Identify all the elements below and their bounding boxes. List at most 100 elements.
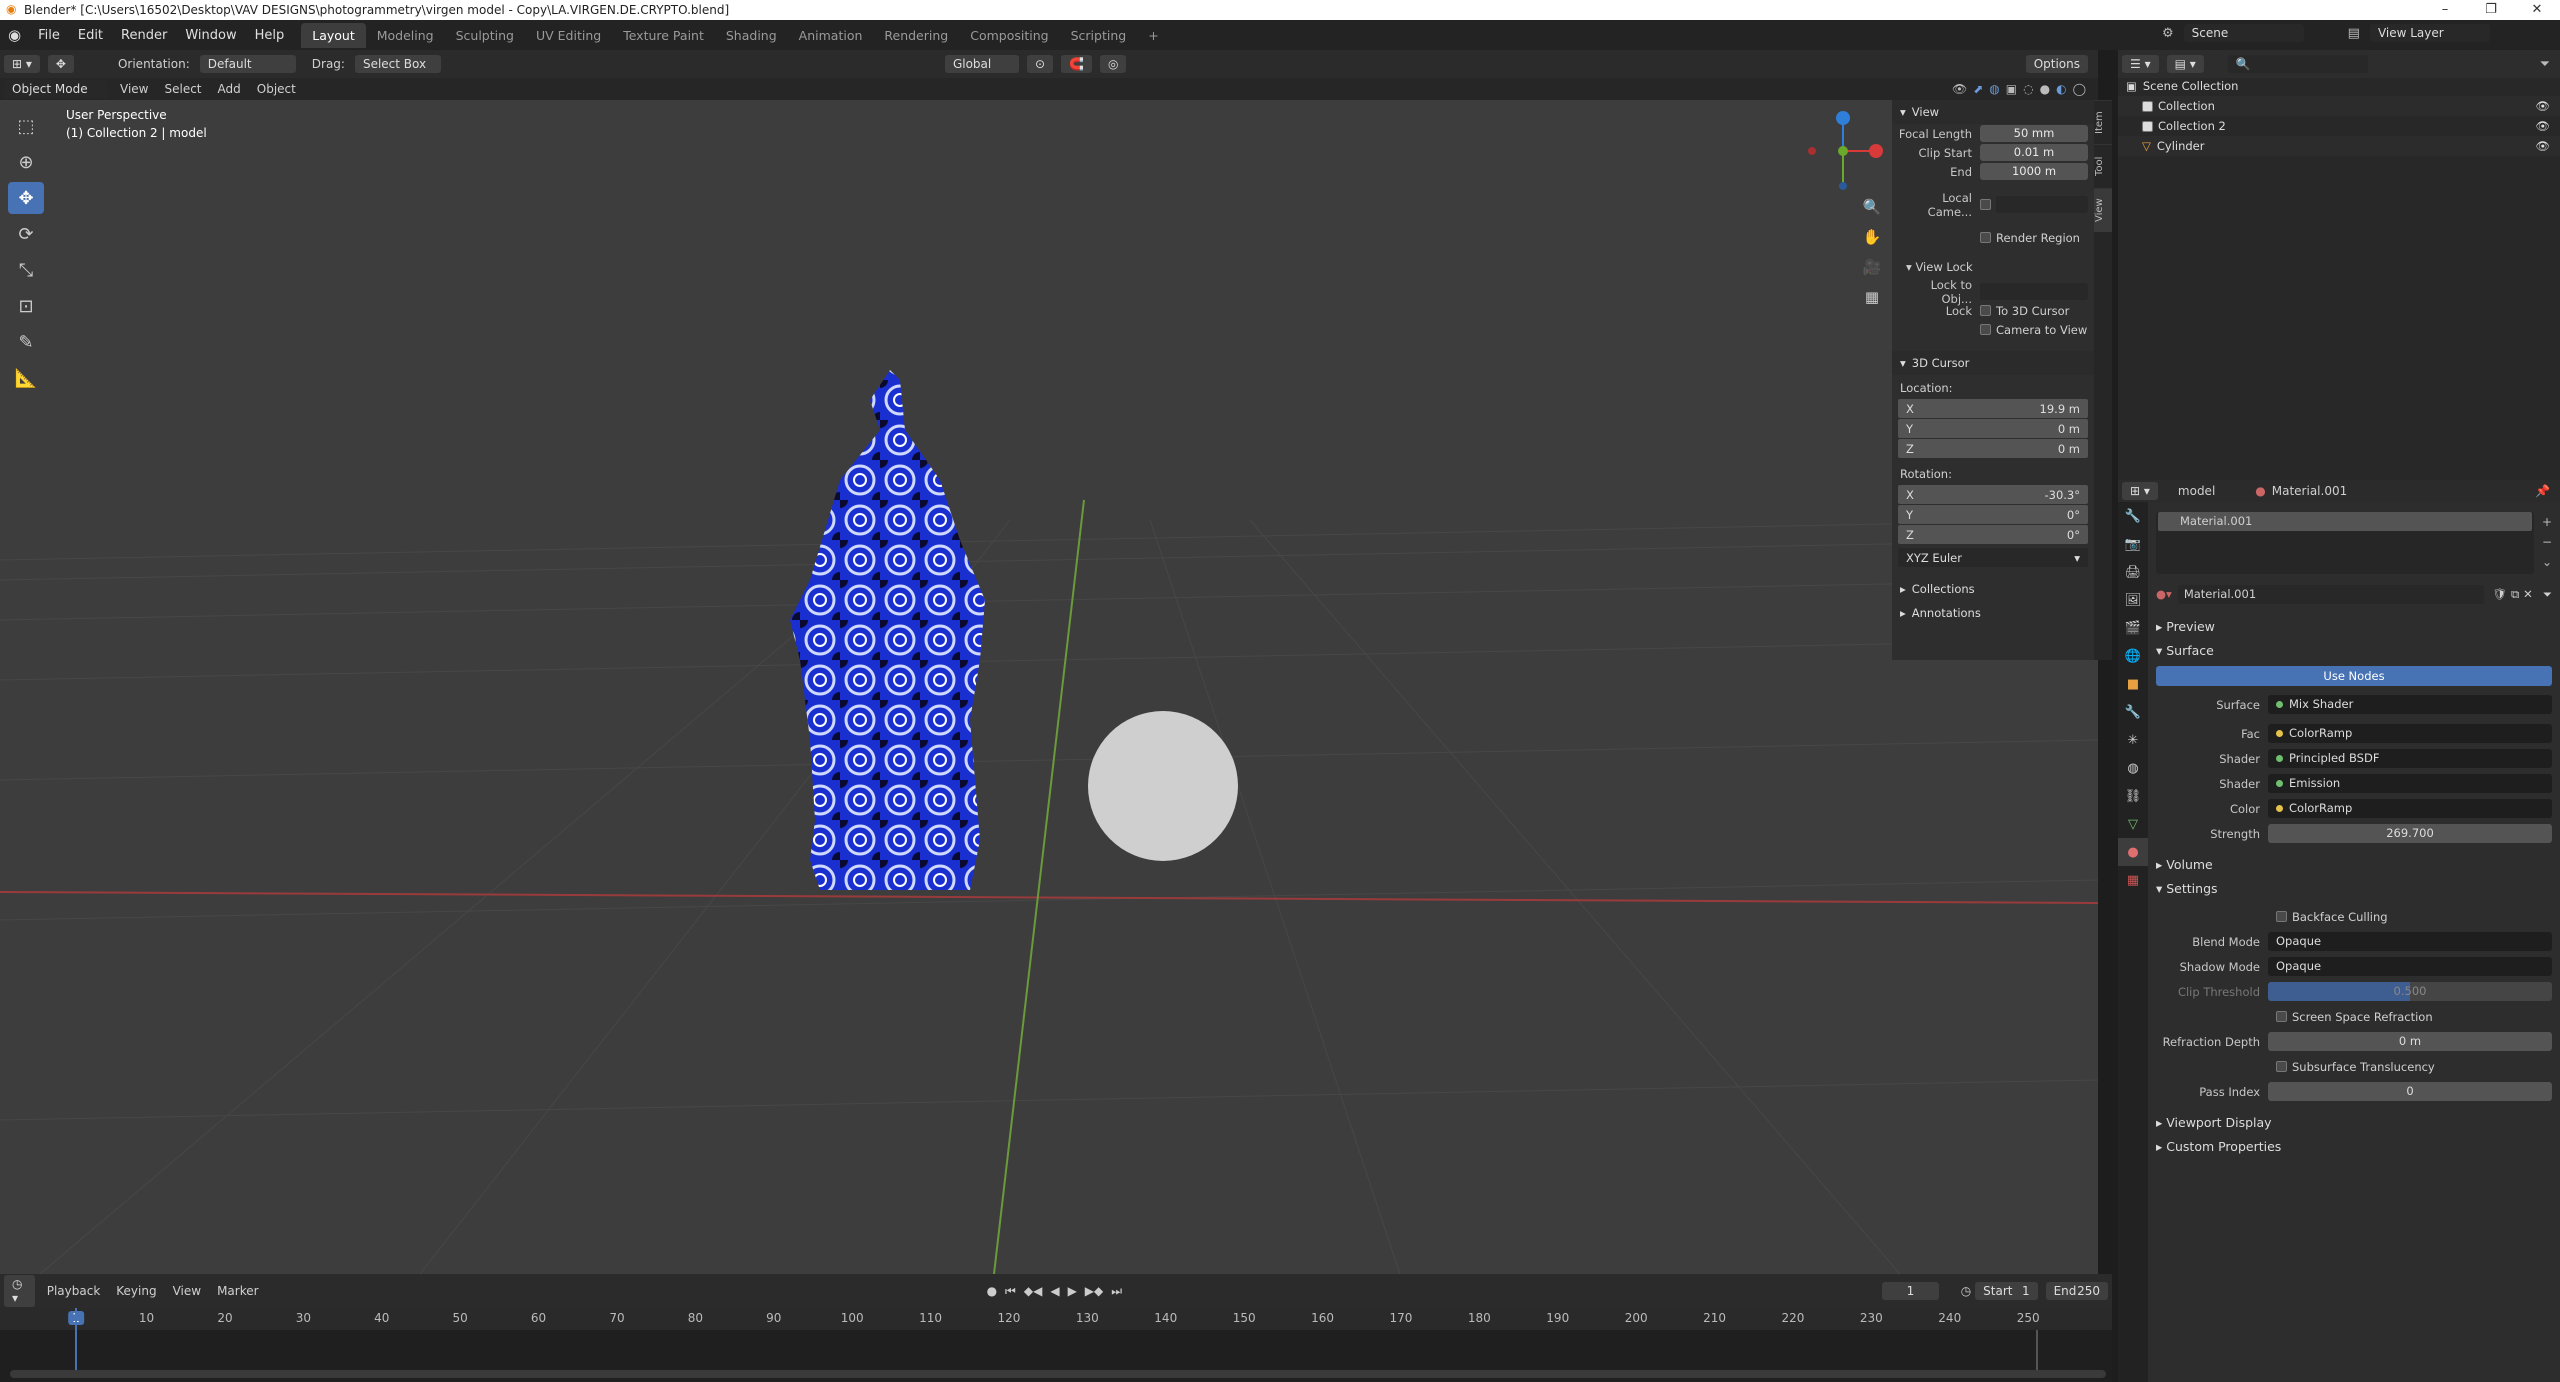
rendered-shading-icon[interactable]: ◯ (2073, 82, 2086, 96)
tab-animation[interactable]: Animation (788, 23, 874, 48)
tab-compositing[interactable]: Compositing (959, 23, 1059, 48)
menu-playback[interactable]: Playback (47, 1284, 101, 1298)
remove-slot-button[interactable]: − (2542, 532, 2552, 552)
view-lock-header[interactable]: ▾ View Lock (1892, 257, 2094, 276)
material-browse-icon[interactable]: ●▾ (2156, 587, 2172, 601)
play-reverse-icon[interactable]: ◀ (1050, 1284, 1059, 1299)
ortho-grid-icon[interactable]: ▦ (1860, 282, 1884, 312)
annotations-section-header[interactable]: ▸ Annotations (1892, 601, 2094, 625)
collections-section-header[interactable]: ▸ Collections (1892, 577, 2094, 601)
view-layer-tab-icon[interactable]: 🖼 (2118, 586, 2148, 614)
tab-sculpting[interactable]: Sculpting (445, 23, 525, 48)
tab-item[interactable]: Item (2094, 100, 2112, 144)
scale-tool-icon[interactable]: ⤡ (8, 254, 44, 286)
transform-tool-icon[interactable]: ⊡ (8, 290, 44, 322)
eye-icon[interactable]: 👁 (2535, 99, 2550, 113)
lock-to-object-field[interactable] (1980, 283, 2088, 300)
options-dropdown[interactable]: Options (2025, 55, 2088, 73)
to-3d-cursor-checkbox[interactable] (1980, 305, 1991, 316)
texture-tab-icon[interactable]: ▦ (2118, 866, 2148, 894)
menu-keying[interactable]: Keying (116, 1284, 156, 1298)
orientation-dropdown[interactable]: Default (199, 55, 296, 73)
menu-object[interactable]: Object (257, 82, 296, 96)
proportional-edit-icon[interactable]: ◎ (1099, 55, 1127, 73)
drag-dropdown[interactable]: Select Box (354, 55, 441, 73)
prev-keyframe-icon[interactable]: ◆◀ (1024, 1284, 1042, 1299)
view-section-header[interactable]: ▾ View (1892, 100, 2094, 124)
pan-hand-icon[interactable]: ✋ (1860, 222, 1884, 252)
menu-file[interactable]: File (29, 28, 69, 43)
tab-tool[interactable]: Tool (2094, 144, 2112, 188)
cursor-loc-x[interactable]: X 19.9 m (1898, 399, 2088, 418)
shader2-input-field[interactable]: Emission (2268, 774, 2552, 793)
cursor-rot-y[interactable]: Y 0° (1898, 505, 2088, 524)
fac-input-field[interactable]: ColorRamp (2268, 724, 2552, 743)
surface-shader-field[interactable]: Mix Shader (2268, 695, 2552, 714)
clip-end-field[interactable]: 1000 m (1980, 163, 2088, 180)
unlink-icon[interactable]: ✕ (2523, 587, 2533, 601)
playhead[interactable] (75, 1308, 77, 1370)
end-frame-field[interactable]: End 250 (2045, 1282, 2109, 1300)
filter-icon[interactable]: ⏷ (2543, 587, 2552, 602)
custom-properties-section-header[interactable]: ▸ Custom Properties (2148, 1134, 2560, 1158)
tab-rendering[interactable]: Rendering (873, 23, 959, 48)
overlay-icon[interactable]: ◍ (1989, 82, 1999, 96)
cursor-rot-x[interactable]: X -30.3° (1898, 485, 2088, 504)
solid-shading-icon[interactable]: ● (2040, 82, 2050, 96)
properties-editor-type[interactable]: ⊞ ▾ (2122, 482, 2158, 500)
timeline-area[interactable]: 1102030405060708090100110120130140150160… (0, 1308, 2112, 1382)
outliner-item[interactable]: Collection 👁 (2118, 96, 2560, 116)
close-button[interactable]: ✕ (2514, 0, 2560, 20)
current-frame-field[interactable]: 1 (1882, 1282, 1939, 1300)
scene-tab-icon[interactable]: 🎬 (2118, 614, 2148, 642)
pivot-icon[interactable]: ⊙ (1026, 55, 1054, 73)
tab-layout[interactable]: Layout (301, 22, 366, 48)
view-layer-selector[interactable]: View Layer (2369, 24, 2490, 42)
pass-index-field[interactable]: 0 (2268, 1082, 2552, 1101)
screen-space-refraction-checkbox[interactable] (2276, 1011, 2287, 1022)
outliner-scene-collection[interactable]: ▣ Scene Collection (2118, 76, 2560, 96)
eye-icon[interactable]: 👁 (2535, 139, 2550, 153)
constraints-tab-icon[interactable]: ⛓ (2118, 782, 2148, 810)
modifier-tab-icon[interactable]: 🔧 (2118, 698, 2148, 726)
rotation-mode-dropdown[interactable]: XYZ Euler ▾ (1898, 548, 2088, 567)
minimize-button[interactable]: – (2422, 0, 2468, 20)
menu-add[interactable]: Add (218, 82, 241, 96)
scene-selector[interactable]: Scene (2183, 24, 2304, 42)
tab-modeling[interactable]: Modeling (366, 23, 445, 48)
collection-checkbox[interactable] (2142, 100, 2153, 112)
add-workspace-button[interactable]: + (1137, 23, 1169, 48)
outliner-search-input[interactable]: 🔍 (2227, 55, 2368, 73)
camera-view-icon[interactable]: 🎥 (1860, 252, 1884, 282)
timeline-editor-type[interactable]: ◷ ▾ (4, 1275, 35, 1307)
backface-culling-checkbox[interactable] (2276, 911, 2287, 922)
menu-view[interactable]: View (120, 82, 148, 96)
material-slot-item[interactable]: Material.001 (2158, 512, 2532, 531)
cursor-loc-z[interactable]: Z0 m (1898, 439, 2088, 458)
fake-user-icon[interactable]: 🛡 (2492, 587, 2507, 601)
annotate-tool-icon[interactable]: ✎ (8, 326, 44, 358)
transform-orientation-dropdown[interactable]: Global (944, 55, 1019, 73)
xray-icon[interactable]: ▣ (2006, 82, 2017, 96)
cursor-tool-icon[interactable]: ⊕ (8, 146, 44, 178)
volume-section-header[interactable]: ▸ Volume (2148, 852, 2560, 876)
menu-marker[interactable]: Marker (217, 1284, 258, 1298)
start-frame-field[interactable]: Start 1 (1975, 1282, 2038, 1300)
settings-section-header[interactable]: ▾ Settings (2148, 876, 2560, 900)
navigation-gizmo[interactable] (1798, 106, 1888, 196)
clip-start-field[interactable]: 0.01 m (1980, 144, 2088, 161)
eye-icon[interactable]: 👁 (2535, 119, 2550, 133)
use-nodes-button[interactable]: Use Nodes (2156, 666, 2552, 686)
pin-icon[interactable]: 📌 (2535, 484, 2550, 498)
next-keyframe-icon[interactable]: ▶◆ (1085, 1284, 1103, 1299)
render-tab-icon[interactable]: 📷 (2118, 530, 2148, 558)
physics-tab-icon[interactable]: ◍ (2118, 754, 2148, 782)
play-icon[interactable]: ▶ (1068, 1284, 1077, 1299)
clock-icon[interactable]: ◷ (1961, 1284, 1971, 1298)
cursor-rot-z[interactable]: Z 0° (1898, 525, 2088, 544)
tab-view[interactable]: View (2094, 188, 2112, 232)
particles-tab-icon[interactable]: ✳ (2118, 726, 2148, 754)
shader1-input-field[interactable]: Principled BSDF (2268, 749, 2552, 768)
zoom-icon[interactable]: 🔍 (1860, 192, 1884, 222)
focal-length-field[interactable]: 50 mm (1980, 125, 2088, 142)
